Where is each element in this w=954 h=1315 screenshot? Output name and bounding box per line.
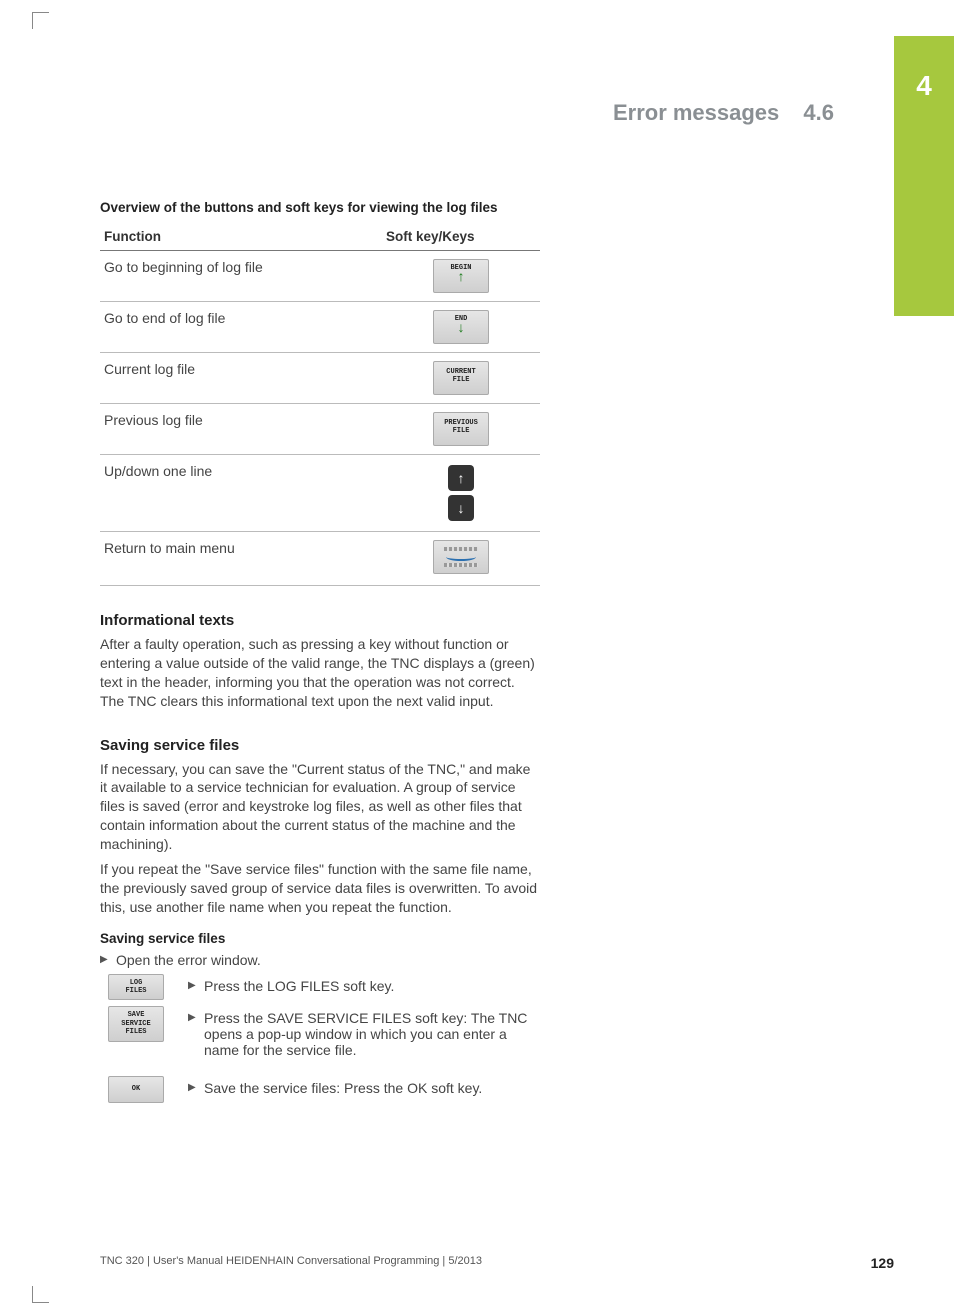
table-row: Previous log file PREVIOUS FILE	[100, 404, 540, 455]
func-cell: Return to main menu	[100, 532, 382, 586]
hardkey-up-icon: ↑	[448, 465, 474, 491]
key-cell: CURRENT FILE	[382, 353, 540, 404]
save-paragraph-2: If you repeat the "Save service files" f…	[100, 860, 540, 917]
arrow-down-icon: ↓	[434, 323, 488, 335]
step-row: SAVE SERVICE FILES Press the SAVE SERVIC…	[100, 1006, 540, 1062]
chapter-number: 4	[894, 36, 954, 102]
save-subheading: Saving service files	[100, 931, 540, 946]
save-paragraph-1: If necessary, you can save the "Current …	[100, 760, 540, 854]
header-title: Error messages	[613, 100, 779, 125]
step-open-error: Open the error window.	[100, 952, 540, 968]
softkey-end-icon: END ↓	[433, 310, 489, 344]
table-title: Overview of the buttons and soft keys fo…	[100, 200, 540, 215]
func-cell: Go to beginning of log file	[100, 251, 382, 302]
table-row: Go to end of log file END ↓	[100, 302, 540, 353]
table-row: Current log file CURRENT FILE	[100, 353, 540, 404]
page-header: Error messages 4.6	[613, 100, 834, 126]
table-row: Up/down one line ↑ ↓	[100, 455, 540, 532]
step-text: Press the LOG FILES soft key.	[188, 978, 540, 994]
chapter-tab: 4	[894, 36, 954, 316]
section-heading-info: Informational texts	[100, 612, 540, 629]
softkey-log-files-icon: LOG FILES	[108, 974, 164, 1001]
softkey-previous-file-icon: PREVIOUS FILE	[433, 412, 489, 446]
info-paragraph: After a faulty operation, such as pressi…	[100, 635, 540, 711]
header-section-number: 4.6	[803, 100, 834, 125]
softkey-main-menu-icon	[433, 540, 489, 574]
key-cell: ↑ ↓	[382, 455, 540, 532]
softkey-current-file-icon: CURRENT FILE	[433, 361, 489, 395]
col-function: Function	[100, 223, 382, 251]
footer-text: TNC 320 | User's Manual HEIDENHAIN Conve…	[100, 1255, 482, 1267]
content-area: Overview of the buttons and soft keys fo…	[100, 200, 540, 1109]
table-row: Go to beginning of log file BEGIN ↑	[100, 251, 540, 302]
page-number: 129	[871, 1255, 894, 1271]
crop-mark-tl	[32, 12, 49, 29]
key-cell	[382, 532, 540, 586]
step-text: Press the SAVE SERVICE FILES soft key: T…	[188, 1010, 540, 1058]
key-cell: END ↓	[382, 302, 540, 353]
softkey-begin-icon: BEGIN ↑	[433, 259, 489, 293]
softkey-ok-icon: OK	[108, 1076, 164, 1102]
func-cell: Go to end of log file	[100, 302, 382, 353]
section-heading-save: Saving service files	[100, 737, 540, 754]
step-row: LOG FILES Press the LOG FILES soft key.	[100, 974, 540, 1001]
func-cell: Current log file	[100, 353, 382, 404]
key-cell: PREVIOUS FILE	[382, 404, 540, 455]
page-footer: TNC 320 | User's Manual HEIDENHAIN Conve…	[100, 1255, 894, 1271]
arrow-up-icon: ↑	[434, 272, 488, 284]
crop-mark-bl	[32, 1286, 49, 1303]
softkey-save-service-files-icon: SAVE SERVICE FILES	[108, 1006, 164, 1041]
softkey-table: Function Soft key/Keys Go to beginning o…	[100, 223, 540, 586]
step-row: OK Save the service files: Press the OK …	[100, 1076, 540, 1102]
hardkey-down-icon: ↓	[448, 495, 474, 521]
func-cell: Previous log file	[100, 404, 382, 455]
step-text: Save the service files: Press the OK sof…	[188, 1080, 540, 1096]
col-softkey: Soft key/Keys	[382, 223, 540, 251]
key-cell: BEGIN ↑	[382, 251, 540, 302]
func-cell: Up/down one line	[100, 455, 382, 532]
table-row: Return to main menu	[100, 532, 540, 586]
